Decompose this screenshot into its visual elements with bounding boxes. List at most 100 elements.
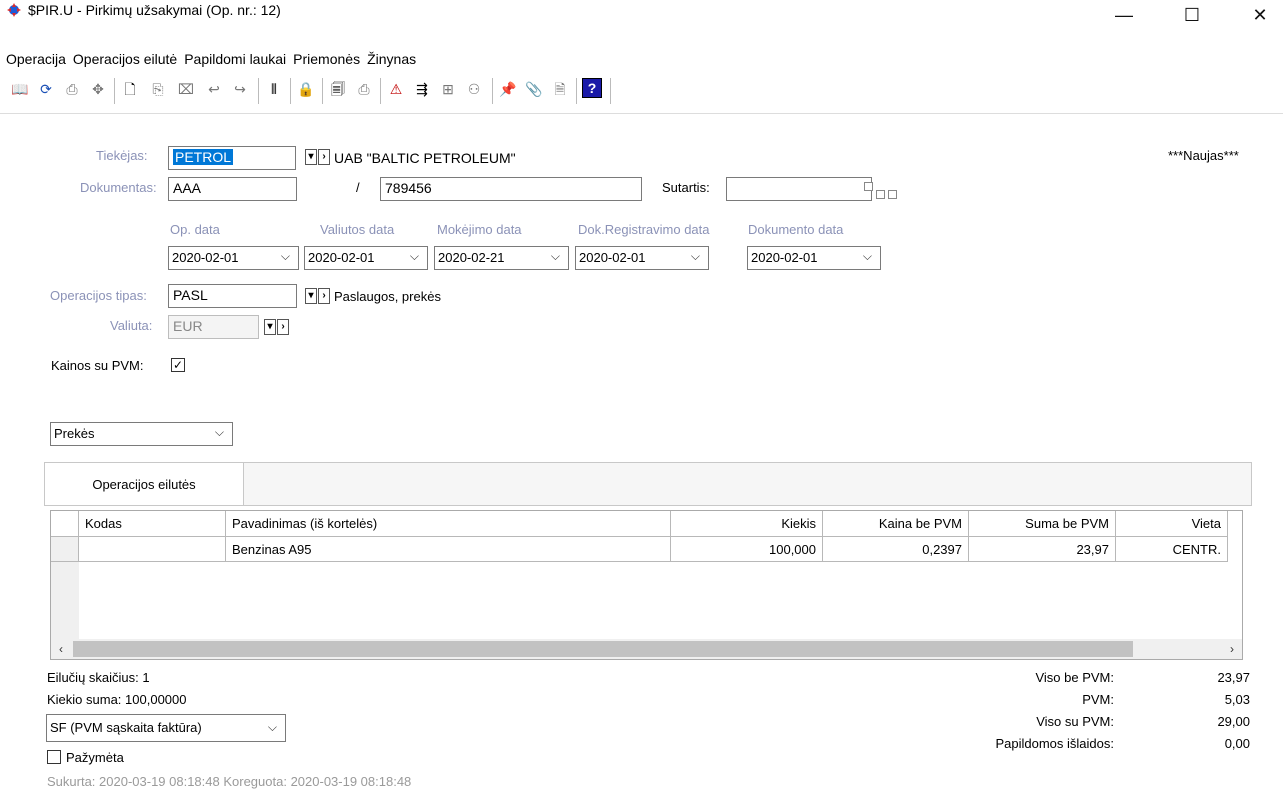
category-select[interactable]: Prekės ⌵	[50, 422, 233, 446]
payment-date-picker[interactable]: 2020-02-21 ⌵	[434, 246, 569, 270]
warning-icon[interactable]: ⚠	[386, 78, 406, 100]
column-header-suma[interactable]: Suma be PVM	[969, 511, 1116, 537]
prices-vat-label: Kainos su PVM:	[51, 358, 144, 373]
additional-costs-value: 0,00	[1224, 736, 1250, 751]
notes-icon[interactable]: 🗎	[550, 78, 570, 100]
report-icon[interactable]: 🗐	[328, 78, 348, 100]
cell-pavadinimas[interactable]: Benzinas A95	[226, 537, 671, 562]
row-selector-column	[51, 562, 79, 639]
maximize-button[interactable]: ☐	[1169, 0, 1215, 30]
menu-operacijos-eilute[interactable]: Operacijos eilutė	[71, 48, 182, 70]
document-series-input[interactable]: AAA	[168, 177, 297, 201]
total-with-vat-value: 29,00	[1217, 714, 1250, 729]
pin-icon[interactable]: 📌	[498, 78, 518, 100]
document-date-picker[interactable]: 2020-02-01 ⌵	[747, 246, 881, 270]
lock-icon[interactable]: 🔒	[296, 78, 316, 100]
toolbar-separator	[114, 78, 115, 104]
toolbar-divider	[0, 113, 1283, 114]
cell-kiekis[interactable]: 100,000	[671, 537, 823, 562]
help-icon[interactable]: ?	[582, 78, 602, 98]
cell-kaina[interactable]: 0,2397	[823, 537, 969, 562]
column-header-kiekis[interactable]: Kiekis	[671, 511, 823, 537]
redo-icon[interactable]: ↪	[230, 78, 250, 100]
marked-checkbox[interactable]	[47, 750, 61, 764]
undo-icon[interactable]: ↩	[204, 78, 224, 100]
scroll-left-icon[interactable]: ‹	[51, 639, 71, 659]
supplier-open-button[interactable]: ›	[318, 149, 330, 165]
row-selector[interactable]	[51, 537, 79, 562]
operation-type-input[interactable]: PASL	[168, 284, 297, 308]
marked-label: Pažymėta	[66, 750, 124, 765]
chevron-down-icon: ⌵	[214, 425, 224, 439]
total-with-vat-label: Viso su PVM:	[1036, 714, 1114, 729]
contract-lookup-button[interactable]	[864, 182, 873, 191]
contract-extra-button[interactable]	[888, 190, 897, 199]
grid-icon[interactable]: ⊞	[438, 78, 458, 100]
column-header-pavadinimas[interactable]: Pavadinimas (iš kortelės)	[226, 511, 671, 537]
toolbar-separator	[380, 78, 381, 104]
currency-open-button[interactable]: ›	[277, 319, 289, 335]
toolbar-separator	[322, 78, 323, 104]
cell-kodas[interactable]: B.BENZINAS	[79, 537, 226, 562]
toolbar-separator	[492, 78, 493, 104]
registration-date-picker[interactable]: 2020-02-01 ⌵	[575, 246, 709, 270]
menu-priemones[interactable]: Priemonės	[291, 48, 365, 70]
cell-vieta[interactable]: CENTR.	[1116, 537, 1228, 562]
new-document-icon[interactable]: 🗋	[120, 78, 140, 100]
chevron-down-icon: ⌵	[280, 249, 290, 263]
prices-vat-checkbox[interactable]: ✓	[171, 358, 185, 372]
users-icon[interactable]: ⚇	[464, 78, 484, 100]
minimize-button[interactable]: —	[1101, 0, 1147, 30]
menu-zinynas[interactable]: Žinynas	[365, 48, 421, 70]
menu-operacija[interactable]: Operacija	[0, 48, 71, 70]
scroll-right-icon[interactable]: ›	[1222, 639, 1242, 659]
column-header-vieta[interactable]: Vieta	[1116, 511, 1228, 537]
currency-date-picker[interactable]: 2020-02-01 ⌵	[304, 246, 428, 270]
refresh-icon[interactable]: ⟳	[36, 78, 56, 100]
operation-type-label: Operacijos tipas:	[50, 288, 147, 303]
delete-icon[interactable]: ⌧	[176, 78, 196, 100]
supplier-code-input[interactable]: PETROL	[168, 146, 296, 170]
operation-type-dropdown-button[interactable]: ▾	[305, 288, 317, 304]
column-header-kaina[interactable]: Kaina be PVM	[823, 511, 969, 537]
document-date-label: Dokumento data	[748, 222, 844, 237]
attach-icon[interactable]: 📎	[524, 78, 544, 100]
move-icon[interactable]: ✥	[88, 78, 108, 100]
cell-suma[interactable]: 23,97	[969, 537, 1116, 562]
currency-dropdown-button[interactable]: ▾	[264, 319, 276, 335]
document-separator: /	[356, 180, 360, 195]
app-icon	[7, 3, 21, 17]
book-icon[interactable]: 📖	[10, 78, 30, 100]
total-without-vat-label: Viso be PVM:	[1035, 670, 1114, 685]
column-header-kodas[interactable]: Kodas	[79, 511, 226, 537]
toolbar-separator	[610, 78, 611, 104]
close-button[interactable]: ✕	[1237, 0, 1283, 30]
contract-clear-button[interactable]	[876, 190, 885, 199]
supplier-code-value: PETROL	[173, 149, 234, 165]
currency-date-value: 2020-02-01	[308, 250, 375, 265]
contract-input[interactable]	[726, 177, 872, 201]
menu-papildomi-laukai[interactable]: Papildomi laukai	[182, 48, 291, 70]
columns-icon[interactable]: ⦀	[264, 78, 284, 100]
rows-count: Eilučių skaičius: 1	[47, 670, 150, 685]
import-icon[interactable]: ⇶	[412, 78, 432, 100]
chevron-down-icon: ⌵	[550, 249, 560, 263]
currency-label: Valiuta:	[110, 318, 153, 333]
currency-input[interactable]: EUR	[168, 315, 259, 339]
operation-type-name: Paslaugos, prekės	[334, 289, 441, 304]
document-number-input[interactable]: 789456	[380, 177, 642, 201]
operation-type-open-button[interactable]: ›	[318, 288, 330, 304]
tab-operacijos-eilutes[interactable]: Operacijos eilutės	[44, 462, 244, 506]
document-type-select[interactable]: SF (PVM sąskaita faktūra) ⌵	[46, 714, 286, 742]
copy-document-icon[interactable]: ⎘	[148, 78, 168, 100]
horizontal-scrollbar[interactable]: ‹ ›	[51, 639, 1242, 659]
print-icon[interactable]: ⎙	[62, 78, 82, 100]
op-date-picker[interactable]: 2020-02-01 ⌵	[168, 246, 299, 270]
supplier-dropdown-button[interactable]: ▾	[305, 149, 317, 165]
additional-costs-label: Papildomos išlaidos:	[995, 736, 1114, 751]
scrollbar-thumb[interactable]	[73, 641, 1133, 657]
status-label: ***Naujas***	[1168, 148, 1239, 163]
chevron-down-icon: ⌵	[862, 249, 872, 263]
window-title: $PIR.U - Pirkimų užsakymai (Op. nr.: 12)	[28, 2, 281, 18]
print-preview-icon[interactable]: ⎙	[354, 78, 374, 100]
